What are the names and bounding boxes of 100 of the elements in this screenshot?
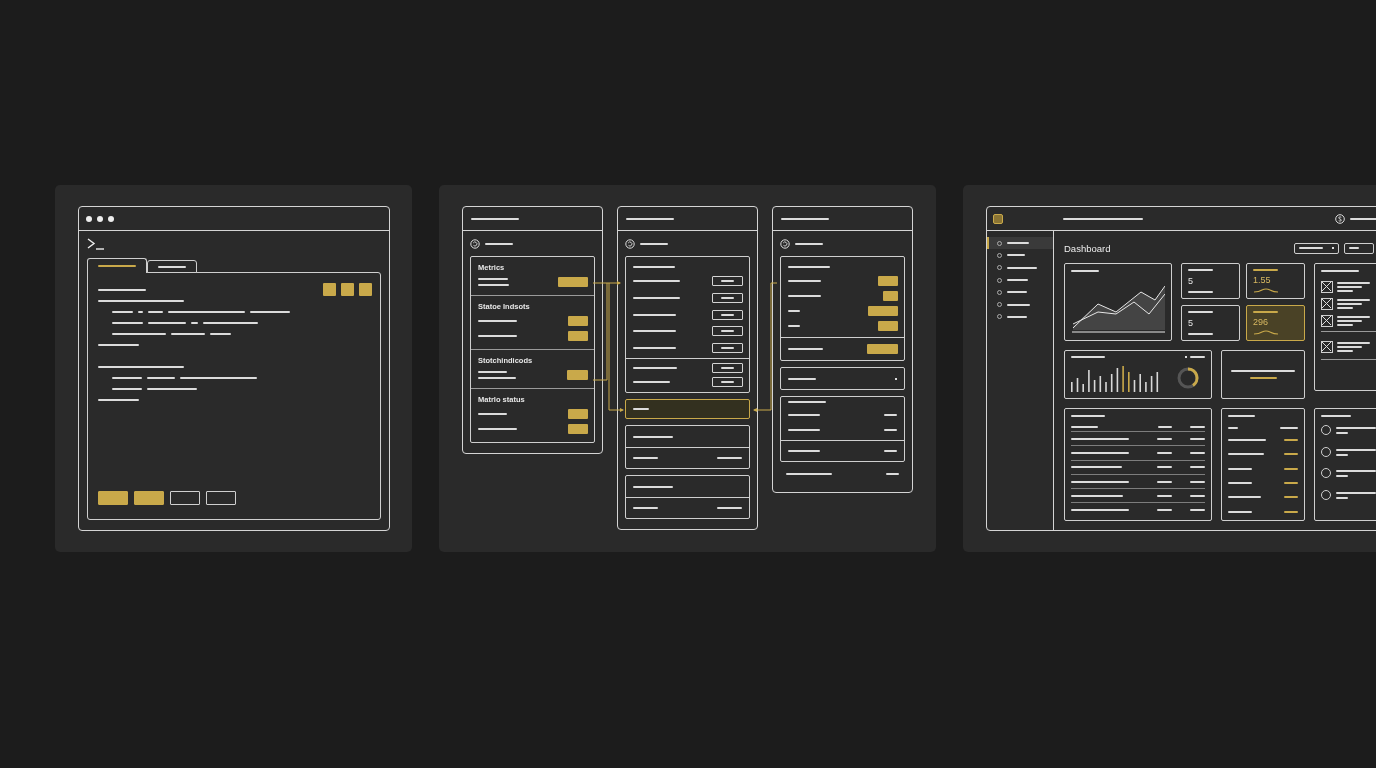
logo-icon — [993, 213, 1003, 224]
placeholder-line — [788, 401, 826, 403]
placeholder-line — [1228, 439, 1266, 442]
placeholder-line — [1071, 426, 1098, 428]
placeholder-line — [478, 412, 507, 415]
placeholder-line — [112, 388, 142, 390]
placeholder-line — [1190, 480, 1205, 483]
placeholder-line — [633, 313, 676, 316]
stat-value: 296 — [1253, 316, 1270, 327]
placeholder-line — [1284, 482, 1298, 485]
refresh-icon — [625, 238, 635, 249]
placeholder-line — [478, 427, 517, 430]
sidebar-item[interactable] — [987, 237, 1053, 250]
placeholder-line — [884, 413, 897, 416]
placeholder-line — [1071, 415, 1105, 417]
placeholder-line — [788, 428, 820, 431]
page-title: Dashboard — [1064, 242, 1111, 254]
placeholder-line — [147, 388, 197, 390]
refresh-icon — [780, 238, 790, 249]
window-dot — [86, 215, 92, 222]
placeholder-line — [171, 333, 205, 335]
placeholder-line — [633, 330, 676, 333]
checkbox[interactable] — [1321, 314, 1333, 327]
checkbox[interactable] — [1321, 340, 1333, 353]
placeholder-line — [1071, 509, 1129, 512]
placeholder-line — [788, 279, 821, 282]
placeholder-line — [633, 280, 680, 283]
placeholder-line — [191, 322, 198, 324]
placeholder-line — [1190, 466, 1205, 469]
small-button[interactable] — [712, 309, 743, 320]
placeholder-line — [886, 473, 899, 475]
placeholder-line — [1284, 467, 1298, 470]
placeholder-line — [112, 311, 133, 313]
placeholder-line — [1157, 494, 1172, 497]
small-button[interactable] — [712, 326, 743, 337]
stat-value: 5 — [1188, 318, 1194, 328]
placeholder-line — [1336, 475, 1348, 477]
filter-button[interactable] — [1344, 242, 1374, 254]
placeholder-line — [633, 435, 673, 438]
placeholder-line — [633, 457, 658, 460]
placeholder-line — [1157, 509, 1172, 512]
placeholder-line — [1071, 451, 1129, 454]
placeholder-line — [1321, 415, 1351, 417]
placeholder-line — [138, 311, 143, 313]
small-button[interactable] — [712, 276, 743, 287]
placeholder-line — [1249, 377, 1277, 379]
checkbox[interactable] — [1321, 297, 1333, 310]
placeholder-line — [210, 333, 231, 335]
placeholder-line — [1190, 356, 1205, 358]
action-button[interactable] — [170, 491, 200, 505]
dropdown[interactable] — [1294, 242, 1339, 254]
placeholder-line — [1284, 510, 1298, 513]
placeholder-line — [147, 377, 175, 379]
placeholder-line — [1336, 496, 1348, 499]
small-button[interactable] — [712, 362, 743, 373]
placeholder-line — [1336, 432, 1348, 434]
toolbar-button[interactable] — [341, 282, 354, 296]
placeholder-line — [1157, 480, 1172, 483]
small-button[interactable] — [712, 343, 743, 354]
placeholder-line — [1071, 480, 1129, 483]
placeholder-line — [478, 283, 509, 286]
placeholder-line — [717, 457, 742, 460]
placeholder-line — [1228, 427, 1238, 429]
placeholder-line — [148, 322, 186, 324]
tab[interactable] — [147, 260, 197, 273]
stat-value: 1.55 — [1253, 274, 1272, 285]
placeholder-line — [1280, 427, 1298, 429]
placeholder-line — [1188, 291, 1213, 293]
small-button[interactable] — [712, 293, 743, 304]
placeholder-line — [478, 376, 516, 379]
status-block — [568, 423, 588, 434]
list-card[interactable] — [625, 399, 750, 420]
placeholder-line — [478, 370, 507, 373]
list-card[interactable] — [625, 425, 750, 470]
placeholder-line — [1190, 426, 1205, 428]
placeholder-line — [1190, 451, 1205, 454]
tab[interactable] — [87, 258, 147, 273]
placeholder-line — [1336, 470, 1376, 472]
action-button[interactable] — [206, 491, 236, 505]
placeholder-line — [1336, 491, 1376, 494]
list-card[interactable] — [625, 475, 750, 520]
small-button[interactable] — [712, 376, 743, 387]
placeholder-line — [788, 294, 821, 297]
toolbar-button[interactable] — [323, 282, 336, 296]
placeholder-line — [1336, 453, 1348, 456]
list-card[interactable] — [780, 367, 905, 390]
placeholder-line — [633, 366, 677, 369]
toolbar-button[interactable] — [359, 282, 372, 296]
placeholder-line — [633, 347, 676, 350]
status-block — [878, 320, 898, 331]
status-block — [568, 408, 588, 419]
placeholder-line — [884, 450, 897, 452]
placeholder-line — [1190, 494, 1205, 497]
placeholder-line — [478, 334, 517, 337]
placeholder-line — [1336, 448, 1376, 451]
status-block — [567, 369, 588, 380]
checkbox[interactable] — [1321, 280, 1333, 293]
placeholder-line — [1158, 426, 1172, 428]
sparkline-drawing — [1253, 330, 1279, 335]
placeholder-line — [1284, 439, 1298, 442]
